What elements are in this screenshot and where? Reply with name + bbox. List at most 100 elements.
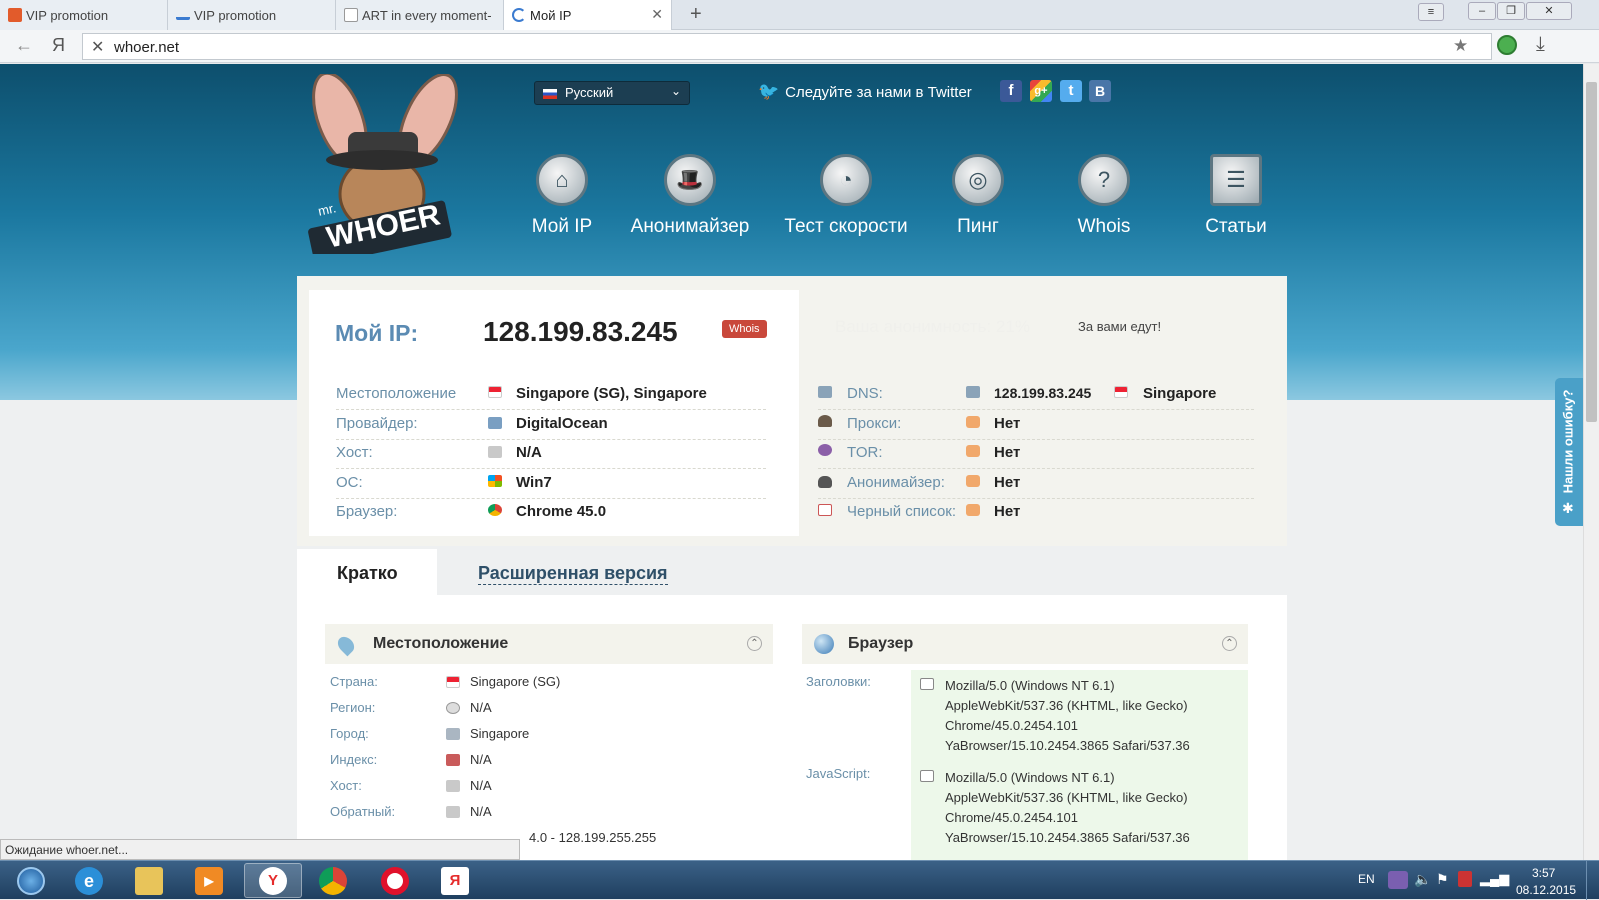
headers-line-3: Chrome/45.0.2454.101 xyxy=(945,718,1078,733)
vkontakte-icon[interactable]: B xyxy=(1089,80,1111,102)
my-ip-label: Мой IP: xyxy=(335,320,419,346)
keyboard-language[interactable]: EN xyxy=(1358,872,1375,886)
nav-speed-test-label: Тест скорости xyxy=(784,216,908,237)
nav-anonymizer[interactable]: 🎩 Анонимайзер xyxy=(630,154,750,238)
close-window-button[interactable]: ✕ xyxy=(1526,2,1572,20)
dns-icon xyxy=(818,386,832,398)
language-select[interactable]: Русский ⌄ xyxy=(534,81,690,105)
city-value: Singapore xyxy=(470,726,530,741)
loc-host-value: N/A xyxy=(470,778,492,793)
singapore-flag-icon xyxy=(1114,386,1128,398)
action-center-flag-icon[interactable]: ⚑ xyxy=(1436,871,1449,888)
status-bar: Ожидание whoer.net... xyxy=(0,839,520,860)
taskbar-opera[interactable] xyxy=(368,863,422,898)
minimize-button[interactable]: – xyxy=(1468,2,1496,20)
tab-title: ART in every moment- xyxy=(362,8,492,23)
protect-globe-icon[interactable] xyxy=(1497,35,1517,55)
proxy-spy-icon xyxy=(818,415,832,427)
browser-section-header[interactable]: Браузер ⌃ xyxy=(802,624,1248,664)
row-divider xyxy=(818,468,1254,469)
facebook-icon[interactable]: f xyxy=(1000,80,1022,102)
blacklist-label: Черный список: xyxy=(847,503,957,520)
restore-button[interactable]: ❐ xyxy=(1497,2,1525,20)
row-divider xyxy=(336,498,766,499)
browser-tab-4[interactable]: Мой IP ✕ xyxy=(504,0,672,30)
taskbar-yandex[interactable]: Я xyxy=(428,863,482,898)
tab-page-icon xyxy=(344,8,358,22)
browser-menu-button[interactable]: ≡ xyxy=(1418,3,1444,21)
tab-strip: VIP promotion VIP promotion ART in every… xyxy=(0,0,1599,30)
start-button[interactable] xyxy=(4,863,58,898)
taskbar-ie[interactable]: e xyxy=(62,863,116,898)
tab-brief[interactable]: Кратко xyxy=(297,549,437,595)
nav-whois[interactable]: ? Whois xyxy=(1044,154,1164,238)
anonymity-score: Ваша анонимность: 21% xyxy=(835,317,1030,336)
nav-articles[interactable]: ☰ Статьи xyxy=(1176,154,1296,238)
twitter-icon[interactable]: t xyxy=(1060,80,1082,102)
browser-section-title: Браузер xyxy=(848,635,914,652)
blacklist-icon xyxy=(818,504,832,516)
tab-title: Мой IP xyxy=(530,8,572,23)
collapse-icon[interactable]: ⌃ xyxy=(747,636,762,651)
mailbox-icon xyxy=(446,754,460,766)
feedback-label: Нашли ошибку? xyxy=(1560,389,1576,494)
close-tab-icon[interactable]: ✕ xyxy=(651,6,663,23)
clock-time[interactable]: 3:57 xyxy=(1532,866,1555,880)
google-plus-icon[interactable]: g+ xyxy=(1030,80,1052,102)
page-scrollbar[interactable] xyxy=(1583,64,1599,860)
tray-app-icon[interactable] xyxy=(1388,871,1408,889)
downloads-icon[interactable]: ⤓ xyxy=(1536,33,1545,56)
back-arrow-icon[interactable]: ← xyxy=(15,35,33,56)
bookmark-star-icon[interactable]: ★ xyxy=(1453,36,1468,56)
postal-label: Индекс: xyxy=(330,752,378,767)
document-icon xyxy=(920,678,934,690)
taskbar-yandex-browser[interactable]: Y xyxy=(244,863,302,898)
nav-ping[interactable]: ◎ Пинг xyxy=(918,154,1038,238)
headers-line-1: Mozilla/5.0 (Windows NT 6.1) xyxy=(945,678,1115,693)
address-field[interactable]: ✕ whoer.net ★ xyxy=(82,33,1492,60)
row-divider xyxy=(336,409,766,410)
ip-range-value: 4.0 - 128.199.255.255 xyxy=(529,830,657,845)
stop-loading-icon[interactable]: ✕ xyxy=(91,37,104,57)
volume-icon[interactable]: 🔈 xyxy=(1414,871,1431,888)
twitter-follow-link[interactable]: 🐦 Следуйте за нами в Twitter xyxy=(758,82,972,102)
location-value: Singapore (SG), Singapore xyxy=(516,385,707,402)
js-line-4: YaBrowser/15.10.2454.3865 Safari/537.36 xyxy=(945,830,1190,845)
compass-icon xyxy=(446,702,460,714)
opera-icon xyxy=(381,866,409,895)
nav-ping-label: Пинг xyxy=(957,216,999,237)
browser-tab-2[interactable]: VIP promotion xyxy=(168,0,336,30)
speedometer-icon: ◔ xyxy=(820,154,872,206)
headers-line-2: AppleWebKit/537.36 (KHTML, like Gecko) xyxy=(945,698,1188,713)
network-signal-icon[interactable]: ▂▄▆ xyxy=(1480,871,1509,887)
nav-my-ip[interactable]: ⌂ Мой IP xyxy=(502,154,622,238)
spy-hat-icon: 🎩 xyxy=(664,154,716,206)
folder-icon xyxy=(135,866,163,895)
internet-explorer-icon: e xyxy=(75,866,103,895)
headers-label: Заголовки: xyxy=(806,674,871,689)
new-tab-button[interactable]: + xyxy=(690,3,702,26)
browser-tab-3[interactable]: ART in every moment- xyxy=(336,0,504,30)
country-value: Singapore (SG) xyxy=(470,674,561,689)
globe-icon xyxy=(814,634,834,654)
tray-security-icon[interactable] xyxy=(1458,871,1472,887)
clock-date[interactable]: 08.12.2015 xyxy=(1516,883,1576,897)
taskbar-media-player[interactable]: ▶ xyxy=(182,863,236,898)
row-divider xyxy=(336,439,766,440)
collapse-icon[interactable]: ⌃ xyxy=(1222,636,1237,651)
scrollbar-thumb[interactable] xyxy=(1586,82,1597,422)
feedback-tab[interactable]: Нашли ошибку? ✱ xyxy=(1555,378,1583,526)
yandex-button[interactable]: Я xyxy=(52,35,65,56)
whois-badge[interactable]: Whois xyxy=(722,320,767,338)
taskbar-chrome[interactable] xyxy=(306,863,360,898)
web-page: mr. WHOER Русский ⌄ 🐦 Следуйте за нами в … xyxy=(0,64,1583,860)
location-section-header[interactable]: Местоположение ⌃ xyxy=(325,624,773,664)
ip-address-value: 128.199.83.245 xyxy=(483,316,678,347)
tab-extended[interactable]: Расширенная версия xyxy=(478,563,668,585)
show-desktop-button[interactable] xyxy=(1586,861,1599,900)
taskbar-explorer[interactable] xyxy=(122,863,176,898)
whoer-logo[interactable]: mr. WHOER xyxy=(300,71,470,266)
watched-warning: За вами едут! xyxy=(1078,319,1162,334)
nav-speed-test[interactable]: ◔ Тест скорости xyxy=(771,154,921,238)
browser-tab-1[interactable]: VIP promotion xyxy=(0,0,168,30)
